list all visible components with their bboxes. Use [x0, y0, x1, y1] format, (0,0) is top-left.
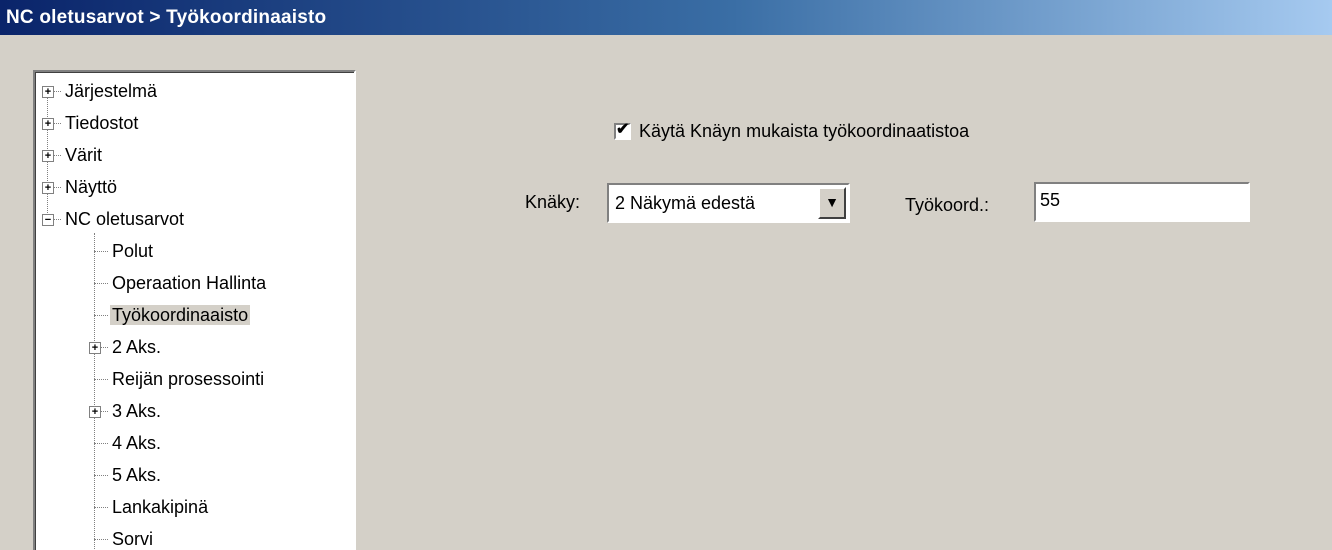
tree-item-label: Työkoordinaaisto	[110, 305, 251, 325]
expand-icon[interactable]: +	[89, 406, 101, 418]
expand-icon[interactable]: +	[42, 182, 54, 194]
tree-item-label: Tiedostot	[65, 113, 139, 133]
use-knaky-checkbox-row[interactable]: ✔ Käytä Knäyn mukaista työkoordinaatisto…	[614, 121, 969, 142]
tree-item-label: Polut	[112, 241, 154, 261]
tree-item[interactable]: 3 Aks.	[110, 397, 163, 425]
tree-item-label: NC oletusarvot	[65, 209, 185, 229]
tree-item[interactable]: Operaation Hallinta	[110, 269, 268, 297]
dropdown-button[interactable]: ▼	[818, 187, 846, 219]
tyokoord-input[interactable]: 55	[1034, 182, 1250, 222]
tree-item-label: 5 Aks.	[112, 465, 162, 485]
tree-connector	[94, 379, 108, 380]
tree-item[interactable]: 2 Aks.	[110, 333, 163, 361]
tree-item[interactable]: Tiedostot	[63, 109, 140, 137]
tyokoord-label: Työkoord.:	[905, 195, 990, 215]
expand-icon[interactable]: +	[89, 342, 101, 354]
tree-item-label: Järjestelmä	[65, 81, 158, 101]
expand-icon[interactable]: +	[42, 150, 54, 162]
collapse-icon[interactable]: −	[42, 214, 54, 226]
tree-item[interactable]: 5 Aks.	[110, 461, 163, 489]
tree-connector	[94, 539, 108, 540]
tree-item[interactable]: Näyttö	[63, 173, 119, 201]
use-knaky-checkbox[interactable]: ✔	[614, 121, 631, 140]
tree-connector	[94, 233, 95, 550]
expand-icon[interactable]: +	[42, 86, 54, 98]
use-knaky-label: Käytä Knäyn mukaista työkoordinaatistoa	[639, 121, 970, 141]
tree-item[interactable]: Polut	[110, 237, 155, 265]
tree-item[interactable]: Järjestelmä	[63, 77, 159, 105]
knaky-selected-value: 2 Näkymä edestä	[615, 193, 756, 213]
tree-item[interactable]: NC oletusarvot	[63, 205, 186, 233]
settings-tree[interactable]: + Järjestelmä + Tiedostot + Värit + Näyttö − NC o…	[33, 70, 356, 550]
tree-item[interactable]: Lankakipinä	[110, 493, 210, 521]
chevron-down-icon: ▼	[825, 194, 839, 210]
tree-item-label: 4 Aks.	[112, 433, 162, 453]
tree-item-label: Operaation Hallinta	[112, 273, 267, 293]
tree-item-label: 3 Aks.	[112, 401, 162, 421]
tree-item-label: Sorvi	[112, 529, 154, 549]
tree-item[interactable]: Värit	[63, 141, 104, 169]
expand-icon[interactable]: +	[42, 118, 54, 130]
tree-item-label: Värit	[65, 145, 103, 165]
tree-item-label: 2 Aks.	[112, 337, 162, 357]
tree-item-label: Lankakipinä	[112, 497, 209, 517]
tree-item[interactable]: Sorvi	[110, 525, 155, 550]
knaky-label: Knäky:	[525, 192, 581, 212]
page-title: NC oletusarvot > Työkoordinaaisto	[0, 0, 1332, 35]
tyokoord-value: 55	[1040, 190, 1061, 210]
tree-item[interactable]: Reijän prosessointi	[110, 365, 266, 393]
checkmark-icon: ✔	[616, 121, 630, 138]
tree-item[interactable]: 4 Aks.	[110, 429, 163, 457]
tree-connector	[94, 283, 108, 284]
tree-item-label: Reijän prosessointi	[112, 369, 265, 389]
tree-item-label: Näyttö	[65, 177, 118, 197]
tree-item[interactable]: Työkoordinaaisto	[110, 301, 251, 329]
tree-connector	[94, 507, 108, 508]
tree-connector	[94, 315, 108, 316]
tree-connector	[94, 475, 108, 476]
tree-connector	[94, 443, 108, 444]
tree-connector	[94, 251, 108, 252]
knaky-select[interactable]: 2 Näkymä edestä ▼	[607, 183, 850, 223]
